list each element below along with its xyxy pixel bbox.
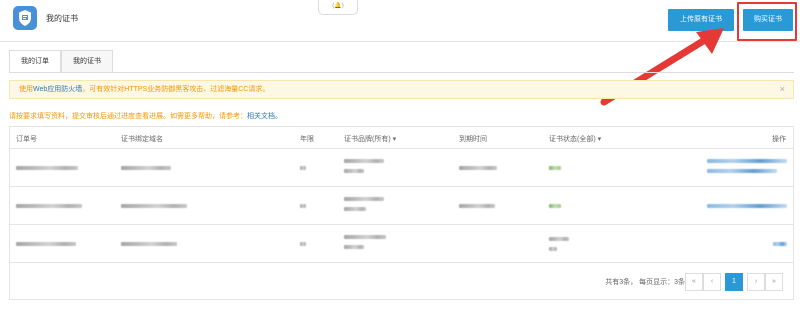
col-actions: 操作 <box>772 136 786 143</box>
first-page-button[interactable]: « <box>685 273 703 291</box>
col-expire: 到期时间 <box>459 136 487 143</box>
collapse-toggle[interactable]: (🔔) <box>318 0 358 15</box>
row-actions[interactable] <box>773 242 787 246</box>
last-page-button[interactable]: » <box>765 273 783 291</box>
alert-text-prefix: 使用 <box>19 86 33 93</box>
col-brand-filter[interactable]: 证书品牌(所有) ▾ <box>344 134 396 144</box>
tab-divider <box>9 72 794 73</box>
col-years: 年限 <box>300 136 314 143</box>
row-actions[interactable] <box>707 169 777 173</box>
col-order-no: 订单号 <box>16 136 37 143</box>
promo-alert: 使用Web应用防火墙，可有效针对HTTPS业务防御黑客攻击、过滤海量CC请求。 … <box>9 80 794 99</box>
tab-my-certificates[interactable]: 我的证书 <box>61 50 113 73</box>
waf-link[interactable]: Web应用防火墙 <box>33 86 82 93</box>
table-row <box>10 149 793 187</box>
close-icon[interactable]: × <box>780 81 785 98</box>
table-row <box>10 187 793 225</box>
row-actions[interactable] <box>707 204 787 208</box>
alert-text: ，可有效针对HTTPS业务防御黑客攻击、过滤海量CC请求。 <box>82 86 270 93</box>
table-header: 订单号 证书绑定域名 年限 证书品牌(所有) ▾ 到期时间 证书状态(全部) ▾… <box>10 127 793 149</box>
tab-my-orders[interactable]: 我的订单 <box>9 50 61 73</box>
col-status-filter[interactable]: 证书状态(全部) ▾ <box>549 134 601 144</box>
orders-table: 订单号 证书绑定域名 年限 证书品牌(所有) ▾ 到期时间 证书状态(全部) ▾… <box>9 126 794 300</box>
page-1-button[interactable]: 1 <box>725 273 743 291</box>
bell-icon: (🔔) <box>332 3 344 9</box>
prev-page-button[interactable]: ‹ <box>703 273 721 291</box>
certificate-shield-icon <box>13 6 37 30</box>
pagination-info: 共有3条， 每页显示：3条 <box>605 279 685 286</box>
help-text: 请按要求填写资料，提交审核后通过进度查看进展。如需更多帮助，请参考：相关文档。 <box>9 111 282 121</box>
help-message: 请按要求填写资料，提交审核后通过进度查看进展。如需更多帮助，请参考： <box>9 113 247 120</box>
annotation-highlight-box <box>737 2 797 41</box>
row-actions[interactable] <box>707 159 787 163</box>
table-row <box>10 225 793 263</box>
next-page-button[interactable]: › <box>747 273 765 291</box>
related-docs-link[interactable]: 相关文档。 <box>247 113 282 120</box>
page-title: 我的证书 <box>46 14 78 23</box>
col-domain: 证书绑定域名 <box>121 136 163 143</box>
pagination: 共有3条， 每页显示：3条 « ‹ 1 › » <box>605 273 785 291</box>
